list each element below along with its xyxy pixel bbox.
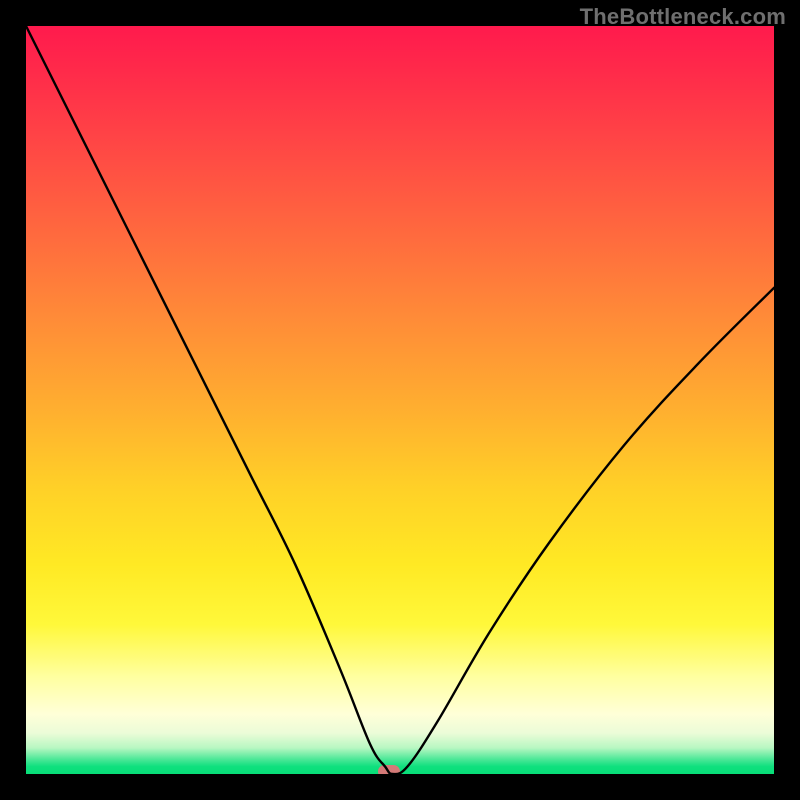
chart-frame: TheBottleneck.com (0, 0, 800, 800)
plot-area (26, 26, 774, 774)
bottleneck-curve-path (26, 26, 774, 774)
watermark-text: TheBottleneck.com (580, 4, 786, 30)
bottleneck-curve-svg (26, 26, 774, 774)
